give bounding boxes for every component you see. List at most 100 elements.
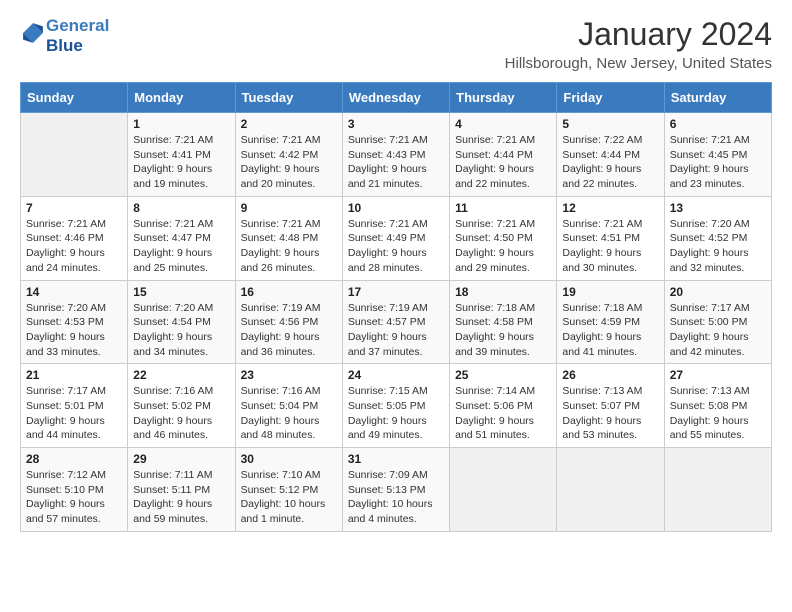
day-cell: 4 Sunrise: 7:21 AM Sunset: 4:44 PM Daylig… (450, 113, 557, 197)
day-cell: 2 Sunrise: 7:21 AM Sunset: 4:42 PM Daylig… (235, 113, 342, 197)
calendar-title: January 2024 (505, 16, 772, 53)
day-info: Sunrise: 7:22 AM Sunset: 4:44 PM Dayligh… (562, 133, 658, 192)
day-number: 25 (455, 368, 551, 382)
day-info: Sunrise: 7:16 AM Sunset: 5:02 PM Dayligh… (133, 384, 229, 443)
day-header-saturday: Saturday (664, 83, 771, 113)
day-cell (557, 448, 664, 532)
day-header-friday: Friday (557, 83, 664, 113)
day-info: Sunrise: 7:15 AM Sunset: 5:05 PM Dayligh… (348, 384, 444, 443)
day-number: 5 (562, 117, 658, 131)
day-cell (450, 448, 557, 532)
day-header-thursday: Thursday (450, 83, 557, 113)
logo-icon (22, 22, 44, 44)
day-cell: 1Sunrise: 7:21 AM Sunset: 4:41 PM Daylig… (128, 113, 235, 197)
day-number: 6 (670, 117, 766, 131)
day-number: 2 (241, 117, 337, 131)
day-info: Sunrise: 7:20 AM Sunset: 4:53 PM Dayligh… (26, 301, 122, 360)
logo: General Blue (20, 16, 109, 55)
day-cell: 3 Sunrise: 7:21 AM Sunset: 4:43 PM Daylig… (342, 113, 449, 197)
day-cell: 5 Sunrise: 7:22 AM Sunset: 4:44 PM Daylig… (557, 113, 664, 197)
day-info: Sunrise: 7:21 AM Sunset: 4:44 PM Dayligh… (455, 133, 551, 192)
day-info: Sunrise: 7:20 AM Sunset: 4:52 PM Dayligh… (670, 217, 766, 276)
day-number: 11 (455, 201, 551, 215)
logo-line1: General (46, 16, 109, 36)
days-header-row: SundayMondayTuesdayWednesdayThursdayFrid… (21, 83, 772, 113)
day-number: 31 (348, 452, 444, 466)
day-info: Sunrise: 7:21 AM Sunset: 4:47 PM Dayligh… (133, 217, 229, 276)
day-info: Sunrise: 7:21 AM Sunset: 4:49 PM Dayligh… (348, 217, 444, 276)
day-number: 20 (670, 285, 766, 299)
week-row-2: 7Sunrise: 7:21 AM Sunset: 4:46 PM Daylig… (21, 196, 772, 280)
week-row-1: 1Sunrise: 7:21 AM Sunset: 4:41 PM Daylig… (21, 113, 772, 197)
title-area: January 2024 Hillsborough, New Jersey, U… (505, 16, 772, 72)
day-number: 8 (133, 201, 229, 215)
day-cell: 18 Sunrise: 7:18 AM Sunset: 4:58 PM Dayli… (450, 280, 557, 364)
day-cell: 22 Sunrise: 7:16 AM Sunset: 5:02 PM Dayli… (128, 364, 235, 448)
day-number: 22 (133, 368, 229, 382)
day-info: Sunrise: 7:13 AM Sunset: 5:07 PM Dayligh… (562, 384, 658, 443)
day-cell: 6Sunrise: 7:21 AM Sunset: 4:45 PM Daylig… (664, 113, 771, 197)
day-cell: 27Sunrise: 7:13 AM Sunset: 5:08 PM Dayli… (664, 364, 771, 448)
day-info: Sunrise: 7:21 AM Sunset: 4:50 PM Dayligh… (455, 217, 551, 276)
day-number: 9 (241, 201, 337, 215)
calendar-subtitle: Hillsborough, New Jersey, United States (505, 55, 772, 72)
day-number: 29 (133, 452, 229, 466)
day-info: Sunrise: 7:13 AM Sunset: 5:08 PM Dayligh… (670, 384, 766, 443)
day-number: 4 (455, 117, 551, 131)
day-info: Sunrise: 7:11 AM Sunset: 5:11 PM Dayligh… (133, 468, 229, 527)
day-cell: 21Sunrise: 7:17 AM Sunset: 5:01 PM Dayli… (21, 364, 128, 448)
week-row-5: 28 Sunrise: 7:12 AM Sunset: 5:10 PM Dayli… (21, 448, 772, 532)
day-cell: 7Sunrise: 7:21 AM Sunset: 4:46 PM Daylig… (21, 196, 128, 280)
day-cell: 14 Sunrise: 7:20 AM Sunset: 4:53 PM Dayli… (21, 280, 128, 364)
day-number: 16 (241, 285, 337, 299)
day-info: Sunrise: 7:16 AM Sunset: 5:04 PM Dayligh… (241, 384, 337, 443)
day-number: 12 (562, 201, 658, 215)
day-cell: 12Sunrise: 7:21 AM Sunset: 4:51 PM Dayli… (557, 196, 664, 280)
day-cell: 9Sunrise: 7:21 AM Sunset: 4:48 PM Daylig… (235, 196, 342, 280)
day-info: Sunrise: 7:17 AM Sunset: 5:00 PM Dayligh… (670, 301, 766, 360)
day-info: Sunrise: 7:18 AM Sunset: 4:58 PM Dayligh… (455, 301, 551, 360)
week-row-4: 21Sunrise: 7:17 AM Sunset: 5:01 PM Dayli… (21, 364, 772, 448)
day-info: Sunrise: 7:21 AM Sunset: 4:42 PM Dayligh… (241, 133, 337, 192)
day-info: Sunrise: 7:21 AM Sunset: 4:46 PM Dayligh… (26, 217, 122, 276)
day-info: Sunrise: 7:21 AM Sunset: 4:43 PM Dayligh… (348, 133, 444, 192)
day-cell: 15 Sunrise: 7:20 AM Sunset: 4:54 PM Dayli… (128, 280, 235, 364)
day-number: 18 (455, 285, 551, 299)
day-header-tuesday: Tuesday (235, 83, 342, 113)
day-number: 28 (26, 452, 122, 466)
day-info: Sunrise: 7:20 AM Sunset: 4:54 PM Dayligh… (133, 301, 229, 360)
day-cell: 11 Sunrise: 7:21 AM Sunset: 4:50 PM Dayli… (450, 196, 557, 280)
day-cell: 19 Sunrise: 7:18 AM Sunset: 4:59 PM Dayli… (557, 280, 664, 364)
day-number: 14 (26, 285, 122, 299)
day-cell (21, 113, 128, 197)
day-number: 30 (241, 452, 337, 466)
day-number: 15 (133, 285, 229, 299)
day-header-sunday: Sunday (21, 83, 128, 113)
day-number: 23 (241, 368, 337, 382)
day-cell: 24 Sunrise: 7:15 AM Sunset: 5:05 PM Dayli… (342, 364, 449, 448)
day-cell: 23 Sunrise: 7:16 AM Sunset: 5:04 PM Dayli… (235, 364, 342, 448)
day-cell (664, 448, 771, 532)
day-number: 24 (348, 368, 444, 382)
day-number: 17 (348, 285, 444, 299)
day-info: Sunrise: 7:14 AM Sunset: 5:06 PM Dayligh… (455, 384, 551, 443)
day-cell: 26 Sunrise: 7:13 AM Sunset: 5:07 PM Dayli… (557, 364, 664, 448)
day-number: 26 (562, 368, 658, 382)
day-number: 19 (562, 285, 658, 299)
day-number: 13 (670, 201, 766, 215)
calendar-table: SundayMondayTuesdayWednesdayThursdayFrid… (20, 82, 772, 532)
day-cell: 29 Sunrise: 7:11 AM Sunset: 5:11 PM Dayli… (128, 448, 235, 532)
day-header-wednesday: Wednesday (342, 83, 449, 113)
week-row-3: 14 Sunrise: 7:20 AM Sunset: 4:53 PM Dayli… (21, 280, 772, 364)
day-cell: 20 Sunrise: 7:17 AM Sunset: 5:00 PM Dayli… (664, 280, 771, 364)
day-cell: 25 Sunrise: 7:14 AM Sunset: 5:06 PM Dayli… (450, 364, 557, 448)
day-cell: 17Sunrise: 7:19 AM Sunset: 4:57 PM Dayli… (342, 280, 449, 364)
day-number: 1 (133, 117, 229, 131)
day-info: Sunrise: 7:17 AM Sunset: 5:01 PM Dayligh… (26, 384, 122, 443)
day-cell: 28 Sunrise: 7:12 AM Sunset: 5:10 PM Dayli… (21, 448, 128, 532)
day-info: Sunrise: 7:18 AM Sunset: 4:59 PM Dayligh… (562, 301, 658, 360)
day-cell: 8 Sunrise: 7:21 AM Sunset: 4:47 PM Daylig… (128, 196, 235, 280)
day-number: 3 (348, 117, 444, 131)
day-info: Sunrise: 7:19 AM Sunset: 4:56 PM Dayligh… (241, 301, 337, 360)
day-info: Sunrise: 7:12 AM Sunset: 5:10 PM Dayligh… (26, 468, 122, 527)
